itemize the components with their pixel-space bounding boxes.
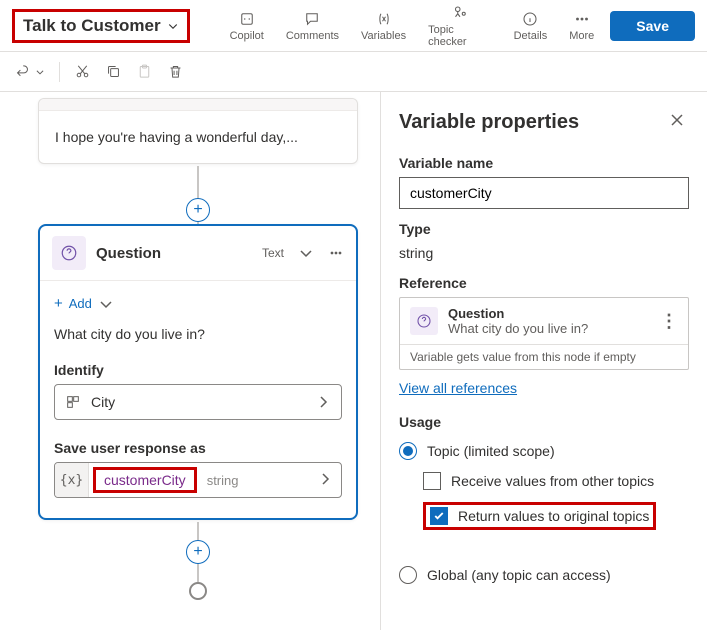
- delete-icon: [167, 63, 184, 80]
- checkbox-icon: [430, 507, 448, 525]
- undo-button[interactable]: [14, 63, 45, 80]
- variable-type: string: [207, 473, 239, 488]
- copilot-icon: [238, 10, 256, 28]
- variables-button[interactable]: Variables: [361, 10, 406, 42]
- topic-checker-button[interactable]: Topic checker: [428, 4, 492, 48]
- save-button[interactable]: Save: [610, 11, 695, 41]
- variable-name-label: Variable name: [399, 155, 689, 171]
- cut-button[interactable]: [74, 63, 91, 80]
- more-icon: [573, 10, 591, 28]
- close-button[interactable]: [665, 108, 689, 137]
- authoring-canvas[interactable]: I hope you're having a wonderful day,...…: [0, 92, 380, 630]
- chevron-down-icon[interactable]: [298, 245, 314, 261]
- delete-button[interactable]: [167, 63, 184, 80]
- view-all-references-link[interactable]: View all references: [399, 380, 517, 396]
- checkbox-icon: [423, 472, 441, 490]
- receive-values-checkbox[interactable]: Receive values from other topics: [423, 466, 689, 496]
- topic-name-dropdown[interactable]: Talk to Customer: [12, 9, 190, 43]
- return-values-checkbox[interactable]: Return values to original topics: [423, 496, 689, 536]
- variables-icon: [375, 10, 393, 28]
- topic-checker-icon: [451, 4, 469, 22]
- copy-button[interactable]: [105, 63, 122, 80]
- message-node[interactable]: I hope you're having a wonderful day,...: [38, 98, 358, 164]
- topic-name-text: Talk to Customer: [23, 16, 161, 36]
- radio-icon: [399, 566, 417, 584]
- close-icon: [669, 112, 685, 128]
- question-icon: [52, 236, 86, 270]
- divider: [59, 62, 60, 82]
- chevron-down-icon: [167, 20, 179, 32]
- variable-name-input[interactable]: [399, 177, 689, 209]
- identify-label: Identify: [54, 356, 342, 384]
- entity-icon: [65, 394, 81, 410]
- chevron-right-icon: [315, 394, 331, 410]
- variable-name: customerCity: [93, 467, 197, 493]
- question-prompt: What city do you live in?: [54, 318, 342, 356]
- comments-icon: [303, 10, 321, 28]
- reference-label: Reference: [399, 275, 689, 291]
- identify-value: City: [91, 394, 305, 410]
- paste-button[interactable]: [136, 63, 153, 80]
- paste-icon: [136, 63, 153, 80]
- question-node[interactable]: Question Text + Add What city do you liv…: [38, 224, 358, 520]
- question-node-title: Question: [96, 245, 252, 262]
- question-type-tag: Text: [262, 246, 284, 260]
- type-value: string: [399, 243, 689, 263]
- chevron-down-icon: [35, 67, 45, 77]
- reference-more-button[interactable]: ⋮: [660, 311, 678, 332]
- reference-footer: Variable gets value from this node if em…: [400, 344, 688, 369]
- end-node: [189, 582, 207, 600]
- usage-label: Usage: [399, 414, 689, 430]
- undo-icon: [14, 63, 31, 80]
- question-icon: [410, 307, 438, 335]
- identify-select[interactable]: City: [54, 384, 342, 420]
- chevron-down-icon: [98, 296, 114, 312]
- radio-icon: [399, 442, 417, 460]
- type-label: Type: [399, 221, 689, 237]
- comments-button[interactable]: Comments: [286, 10, 339, 42]
- add-button[interactable]: + Add: [54, 289, 342, 318]
- copy-icon: [105, 63, 122, 80]
- more-icon[interactable]: [328, 245, 344, 261]
- reference-text: What city do you live in?: [448, 321, 650, 336]
- variable-select[interactable]: {x} customerCity string: [54, 462, 342, 498]
- cut-icon: [74, 63, 91, 80]
- reference-card: Question What city do you live in? ⋮ Var…: [399, 297, 689, 370]
- reference-kind: Question: [448, 306, 650, 321]
- variable-icon: {x}: [55, 463, 89, 497]
- details-button[interactable]: Details: [514, 10, 548, 42]
- usage-global-radio[interactable]: Global (any topic can access): [399, 560, 689, 590]
- details-icon: [521, 10, 539, 28]
- usage-topic-radio[interactable]: Topic (limited scope): [399, 436, 689, 466]
- add-node-button[interactable]: +: [186, 540, 210, 564]
- variable-properties-panel: Variable properties Variable name Type s…: [380, 92, 707, 630]
- panel-title: Variable properties: [399, 111, 579, 134]
- message-text: I hope you're having a wonderful day,...: [39, 111, 357, 163]
- add-node-button[interactable]: +: [186, 198, 210, 222]
- save-response-label: Save user response as: [54, 434, 342, 462]
- chevron-right-icon: [309, 471, 341, 490]
- more-button[interactable]: More: [569, 10, 594, 42]
- copilot-button[interactable]: Copilot: [230, 10, 264, 42]
